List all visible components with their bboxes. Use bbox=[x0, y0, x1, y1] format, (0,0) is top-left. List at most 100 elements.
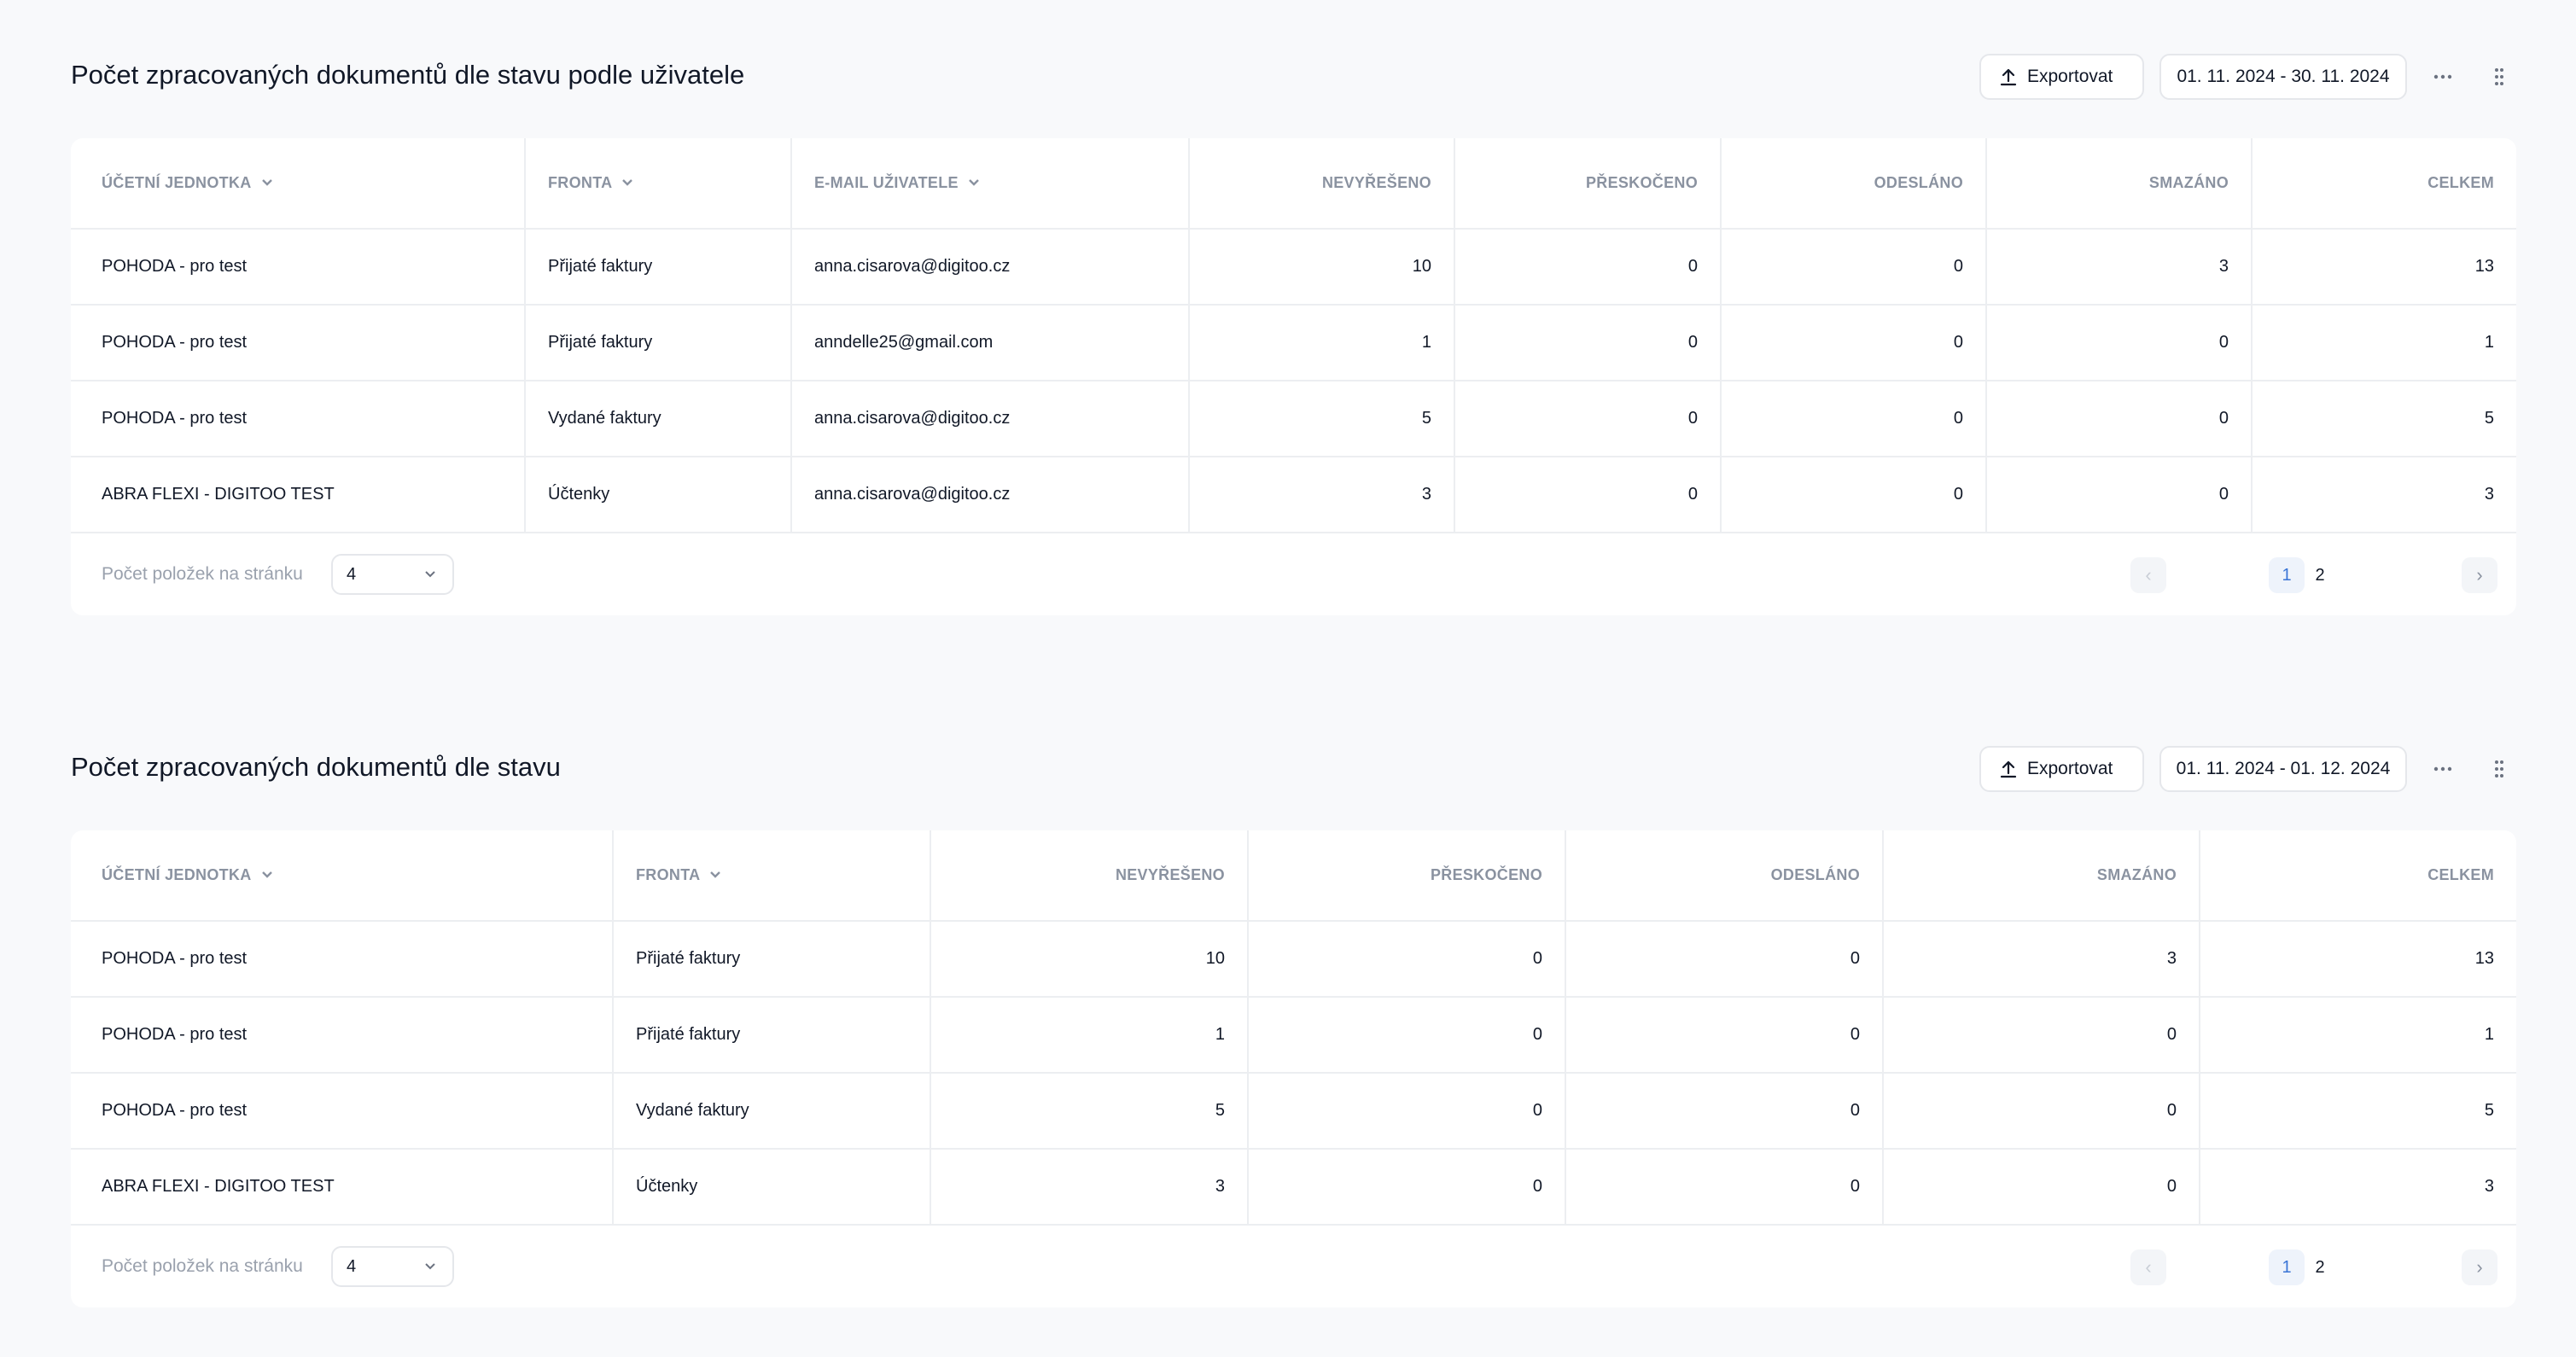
cell-total: 1 bbox=[2200, 997, 2516, 1074]
section-title: Počet zpracovaných dokumentů dle stavu p… bbox=[71, 60, 745, 90]
chevron-left-icon: ‹ bbox=[2145, 1256, 2152, 1278]
cell-total: 5 bbox=[2252, 381, 2516, 457]
cell-deleted: 0 bbox=[1986, 305, 2253, 381]
cell-queue: Přijaté faktury bbox=[613, 997, 931, 1074]
table-row: POHODA - pro test Vydané faktury anna.ci… bbox=[71, 381, 2516, 457]
cell-total: 3 bbox=[2252, 457, 2516, 533]
chevron-down-icon bbox=[968, 179, 979, 186]
cell-unresolved: 10 bbox=[930, 921, 1249, 998]
page-button-2[interactable]: 2 bbox=[2302, 1249, 2338, 1285]
export-button[interactable]: Exportovat bbox=[1979, 54, 2144, 100]
cell-sent: 0 bbox=[1721, 381, 1987, 457]
cell-total: 13 bbox=[2252, 229, 2516, 306]
cell-accounting-unit: ABRA FLEXI - DIGITOO TEST bbox=[71, 1149, 614, 1226]
cell-sent: 0 bbox=[1565, 997, 1884, 1074]
table-footer: Počet položek na stránku 4 ‹ 1 2 › bbox=[71, 1226, 2516, 1307]
cell-queue: Účtenky bbox=[525, 457, 792, 533]
drag-handle-icon bbox=[2495, 68, 2503, 85]
cell-user-email: anndelle25@gmail.com bbox=[791, 305, 1190, 381]
table-row: POHODA - pro test Přijaté faktury anndel… bbox=[71, 305, 2516, 381]
cell-accounting-unit: POHODA - pro test bbox=[71, 997, 614, 1074]
per-page-value: 4 bbox=[347, 1256, 357, 1276]
column-header-user-email[interactable]: E-mail uživatele bbox=[791, 138, 1190, 230]
cell-skipped: 0 bbox=[1248, 997, 1566, 1074]
next-page-button[interactable]: › bbox=[2462, 1249, 2497, 1285]
cell-unresolved: 3 bbox=[1189, 457, 1455, 533]
drag-handle[interactable] bbox=[2482, 60, 2516, 94]
section-header: Počet zpracovaných dokumentů dle stavu E… bbox=[71, 743, 2516, 795]
more-options-button[interactable] bbox=[2426, 60, 2460, 94]
data-table: Účetní jednotka Fronta E-mail uživatele … bbox=[71, 138, 2516, 533]
chevron-left-icon: ‹ bbox=[2145, 564, 2152, 585]
date-range-value: 01. 11. 2024 - 30. 11. 2024 bbox=[2177, 67, 2390, 86]
cell-accounting-unit: POHODA - pro test bbox=[71, 921, 614, 998]
page-button-2[interactable]: 2 bbox=[2302, 557, 2338, 593]
cell-unresolved: 5 bbox=[1189, 381, 1455, 457]
cell-sent: 0 bbox=[1565, 921, 1884, 998]
prev-page-button[interactable]: ‹ bbox=[2130, 557, 2166, 593]
cell-total: 13 bbox=[2200, 921, 2516, 998]
column-header-total: Celkem bbox=[2252, 138, 2516, 230]
page-button-1[interactable]: 1 bbox=[2269, 557, 2305, 593]
pagination: ‹ 1 2 › bbox=[2130, 1249, 2497, 1285]
section-header: Počet zpracovaných dokumentů dle stavu p… bbox=[71, 51, 2516, 102]
cell-skipped: 0 bbox=[1454, 457, 1722, 533]
cell-unresolved: 1 bbox=[930, 997, 1249, 1074]
cell-skipped: 0 bbox=[1248, 1149, 1566, 1226]
cell-user-email: anna.cisarova@digitoo.cz bbox=[791, 381, 1190, 457]
chevron-down-icon bbox=[710, 871, 721, 878]
export-button[interactable]: Exportovat bbox=[1979, 746, 2144, 792]
date-range-picker[interactable]: 01. 11. 2024 - 01. 12. 2024 bbox=[2159, 746, 2407, 792]
cell-queue: Vydané faktury bbox=[613, 1073, 931, 1150]
table-card: Účetní jednotka Fronta E-mail uživatele … bbox=[71, 138, 2516, 615]
cell-deleted: 0 bbox=[1883, 1073, 2200, 1150]
cell-skipped: 0 bbox=[1248, 921, 1566, 998]
date-range-picker[interactable]: 01. 11. 2024 - 30. 11. 2024 bbox=[2159, 54, 2407, 100]
table-row: POHODA - pro test Přijaté faktury 10 0 0… bbox=[71, 921, 2516, 998]
section-toolbar: Exportovat 01. 11. 2024 - 30. 11. 2024 bbox=[1979, 54, 2516, 100]
cell-deleted: 0 bbox=[1986, 381, 2253, 457]
column-header-queue[interactable]: Fronta bbox=[613, 830, 931, 922]
column-header-skipped: Přeskočeno bbox=[1248, 830, 1566, 922]
table-footer: Počet položek na stránku 4 ‹ 1 2 › bbox=[71, 533, 2516, 615]
cell-unresolved: 3 bbox=[930, 1149, 1249, 1226]
chevron-down-icon bbox=[261, 179, 272, 186]
cell-deleted: 0 bbox=[1883, 997, 2200, 1074]
cell-sent: 0 bbox=[1721, 229, 1987, 306]
export-button-label: Exportovat bbox=[2027, 759, 2113, 778]
per-page-value: 4 bbox=[347, 564, 357, 584]
column-header-deleted: Smazáno bbox=[1883, 830, 2200, 922]
more-options-button[interactable] bbox=[2426, 752, 2460, 786]
per-page-label: Počet položek na stránku bbox=[102, 564, 303, 584]
column-header-accounting-unit[interactable]: Účetní jednotka bbox=[71, 830, 614, 922]
prev-page-button[interactable]: ‹ bbox=[2130, 1249, 2166, 1285]
chevron-down-icon bbox=[425, 1263, 435, 1270]
cell-deleted: 0 bbox=[1986, 457, 2253, 533]
cell-queue: Vydané faktury bbox=[525, 381, 792, 457]
chevron-right-icon: › bbox=[2476, 564, 2483, 585]
cell-user-email: anna.cisarova@digitoo.cz bbox=[791, 229, 1190, 306]
cell-unresolved: 5 bbox=[930, 1073, 1249, 1150]
data-table: Účetní jednotka Fronta Nevyřešeno Přesko… bbox=[71, 830, 2516, 1226]
column-header-skipped: Přeskočeno bbox=[1454, 138, 1722, 230]
page-button-1[interactable]: 1 bbox=[2269, 1249, 2305, 1285]
column-header-unresolved: Nevyřešeno bbox=[1189, 138, 1455, 230]
cell-queue: Přijaté faktury bbox=[525, 229, 792, 306]
drag-handle[interactable] bbox=[2482, 752, 2516, 786]
column-header-queue[interactable]: Fronta bbox=[525, 138, 792, 230]
cell-sent: 0 bbox=[1721, 305, 1987, 381]
per-page-select[interactable]: 4 bbox=[331, 554, 454, 595]
cell-skipped: 0 bbox=[1454, 381, 1722, 457]
chevron-down-icon bbox=[261, 871, 272, 878]
cell-deleted: 3 bbox=[1883, 921, 2200, 998]
cell-sent: 0 bbox=[1565, 1073, 1884, 1150]
section-toolbar: Exportovat 01. 11. 2024 - 01. 12. 2024 bbox=[1979, 746, 2516, 792]
date-range-value: 01. 11. 2024 - 01. 12. 2024 bbox=[2176, 759, 2391, 778]
per-page-select[interactable]: 4 bbox=[331, 1246, 454, 1287]
cell-skipped: 0 bbox=[1248, 1073, 1566, 1150]
next-page-button[interactable]: › bbox=[2462, 557, 2497, 593]
more-horizontal-icon bbox=[2433, 766, 2452, 772]
cell-queue: Přijaté faktury bbox=[525, 305, 792, 381]
table-header-row: Účetní jednotka Fronta E-mail uživatele … bbox=[71, 138, 2516, 230]
column-header-accounting-unit[interactable]: Účetní jednotka bbox=[71, 138, 526, 230]
